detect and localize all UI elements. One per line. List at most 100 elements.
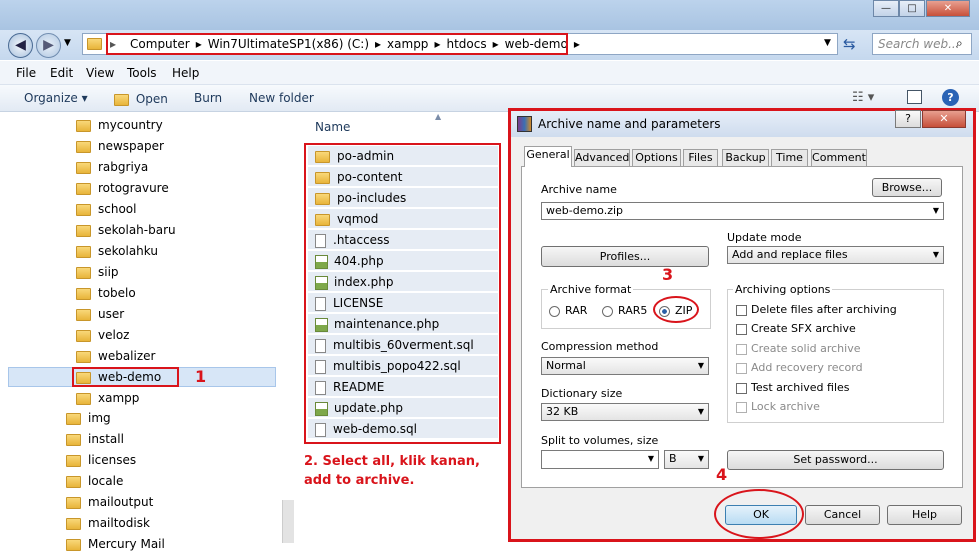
window-close-button[interactable]: ✕ xyxy=(926,0,970,17)
open-folder-icon xyxy=(114,93,129,106)
nav-item[interactable]: veloz xyxy=(76,325,176,346)
nav-item[interactable]: licenses xyxy=(66,450,165,471)
nav-item[interactable]: mailtodisk xyxy=(66,513,165,534)
archive-name-dropdown-icon[interactable]: ▼ xyxy=(933,203,939,219)
tab-advanced[interactable]: Advanced xyxy=(574,149,630,166)
recent-pages-icon[interactable]: ▼ xyxy=(64,38,71,48)
folder-icon xyxy=(76,308,91,321)
folder-icon xyxy=(76,350,91,363)
option-checkbox: Lock archive xyxy=(736,400,820,413)
folder-icon xyxy=(66,496,81,509)
format-rar5-radio[interactable]: RAR5 xyxy=(602,304,647,317)
nav-item[interactable]: siip xyxy=(76,262,176,283)
split-size-input[interactable]: ▼ xyxy=(541,450,659,469)
view-options-icon[interactable]: ☷ ▾ xyxy=(852,90,874,105)
tab-comment[interactable]: Comment xyxy=(811,149,867,166)
nav-item[interactable]: locale xyxy=(66,471,165,492)
split-unit-select[interactable]: B ▼ xyxy=(664,450,709,469)
annotation-ellipse-zip xyxy=(653,296,699,323)
nav-item[interactable]: sekolah-baru xyxy=(76,220,176,241)
folder-icon xyxy=(76,392,91,405)
search-icon[interactable]: ⌕ xyxy=(956,36,963,51)
minimize-button[interactable]: — xyxy=(873,0,899,17)
tab-options[interactable]: Options xyxy=(632,149,681,166)
nav-item[interactable]: rabgriya xyxy=(76,157,176,178)
nav-item[interactable]: mailoutput xyxy=(66,492,165,513)
tab-backup[interactable]: Backup xyxy=(722,149,769,166)
help-icon[interactable]: ? xyxy=(942,89,959,106)
address-highlight xyxy=(106,33,568,55)
browse-button[interactable]: Browse... xyxy=(872,178,942,197)
menu-file[interactable]: File xyxy=(16,66,36,80)
nav-item[interactable]: xampp xyxy=(76,388,176,409)
dialog-help-button[interactable]: ? xyxy=(895,110,921,128)
nav-item[interactable]: webalizer xyxy=(76,346,176,367)
folder-icon xyxy=(76,287,91,300)
nav-subfolders: mycountry newspaper rabgriya rotogravure sch… xyxy=(76,115,176,409)
dictionary-dropdown-icon: ▼ xyxy=(697,407,704,416)
open-button[interactable]: Open xyxy=(114,92,168,106)
burn-button[interactable]: Burn xyxy=(194,91,222,105)
checkbox-icon xyxy=(736,401,747,413)
option-checkbox[interactable]: Test archived files xyxy=(736,381,850,394)
dictionary-select[interactable]: 32 KB ▼ xyxy=(541,403,709,421)
split-size-dropdown-icon: ▼ xyxy=(647,454,654,463)
annotation-box-2 xyxy=(304,143,501,444)
cancel-button[interactable]: Cancel xyxy=(805,505,880,525)
annotation-number-1: 1 xyxy=(195,367,207,386)
address-dropdown-icon[interactable]: ▼ xyxy=(824,38,831,48)
dictionary-label: Dictionary size xyxy=(541,387,623,400)
menu-view[interactable]: View xyxy=(86,66,114,80)
option-checkbox[interactable]: Create SFX archive xyxy=(736,322,856,335)
folder-icon xyxy=(76,119,91,132)
folder-icon xyxy=(66,412,81,425)
archive-name-input[interactable]: web-demo.zip ▼ xyxy=(541,202,944,220)
folder-icon xyxy=(76,203,91,216)
back-arrow-icon: ◀ xyxy=(15,37,26,53)
archive-name-label: Archive name xyxy=(541,183,617,196)
nav-topfolders: img install licenses locale mailoutput mailto… xyxy=(66,408,165,555)
menu-tools[interactable]: Tools xyxy=(127,66,157,80)
dialog-close-button[interactable]: ✕ xyxy=(922,110,966,128)
new-folder-button[interactable]: New folder xyxy=(249,91,314,105)
nav-item[interactable]: sekolahku xyxy=(76,241,176,262)
checkbox-icon xyxy=(736,323,747,335)
tab-files[interactable]: Files xyxy=(683,149,718,166)
update-mode-select[interactable]: Add and replace files ▼ xyxy=(727,246,944,264)
column-header-name[interactable]: Name xyxy=(315,120,350,134)
format-rar-radio[interactable]: RAR xyxy=(549,304,587,317)
nav-item[interactable]: Mercury Mail xyxy=(66,534,165,555)
nav-item[interactable]: tobelo xyxy=(76,283,176,304)
compression-select[interactable]: Normal ▼ xyxy=(541,357,709,375)
archiving-options-label: Archiving options xyxy=(733,283,833,296)
menu-edit[interactable]: Edit xyxy=(50,66,73,80)
set-password-button[interactable]: Set password... xyxy=(727,450,944,470)
profiles-button[interactable]: Profiles... xyxy=(541,246,709,267)
folder-icon xyxy=(76,224,91,237)
checkbox-icon xyxy=(736,343,747,355)
nav-item[interactable]: school xyxy=(76,199,176,220)
tab-general[interactable]: General xyxy=(524,146,572,167)
help-button[interactable]: Help xyxy=(887,505,962,525)
option-checkbox[interactable]: Delete files after archiving xyxy=(736,303,897,316)
nav-scrollbar[interactable] xyxy=(282,500,294,543)
nav-item[interactable]: newspaper xyxy=(76,136,176,157)
refresh-icon[interactable]: ⇆ xyxy=(843,35,856,53)
split-unit-dropdown-icon: ▼ xyxy=(697,454,704,463)
nav-item[interactable]: mycountry xyxy=(76,115,176,136)
menu-help[interactable]: Help xyxy=(172,66,199,80)
preview-pane-icon[interactable] xyxy=(907,90,922,104)
folder-icon xyxy=(76,266,91,279)
nav-item[interactable]: user xyxy=(76,304,176,325)
maximize-button[interactable]: □ xyxy=(899,0,925,17)
back-button[interactable]: ◀ xyxy=(8,33,33,58)
folder-icon xyxy=(87,38,102,50)
checkbox-icon xyxy=(736,362,747,374)
nav-item[interactable]: install xyxy=(66,429,165,450)
nav-item[interactable]: rotogravure xyxy=(76,178,176,199)
nav-item[interactable]: img xyxy=(66,408,165,429)
tab-time[interactable]: Time xyxy=(771,149,808,166)
forward-arrow-icon: ▶ xyxy=(43,37,54,53)
forward-button[interactable]: ▶ xyxy=(36,33,61,58)
organize-button[interactable]: Organize ▾ xyxy=(24,91,88,105)
